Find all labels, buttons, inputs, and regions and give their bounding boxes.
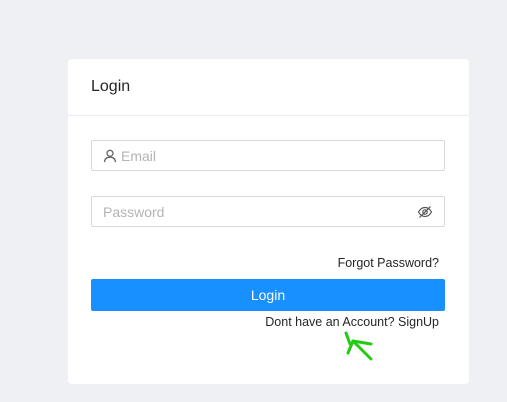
- login-button[interactable]: Login: [91, 279, 445, 311]
- email-field[interactable]: [91, 140, 445, 171]
- email-input[interactable]: [121, 141, 444, 170]
- card-title: Login: [91, 78, 131, 95]
- password-input[interactable]: [103, 197, 417, 226]
- signup-link[interactable]: SignUp: [398, 315, 439, 329]
- eye-slash-icon[interactable]: [417, 204, 433, 220]
- password-field[interactable]: [91, 196, 445, 227]
- forgot-password-link[interactable]: Forgot Password?: [338, 256, 439, 270]
- login-card: Login Forgot Password? Login Dont have a…: [68, 59, 469, 384]
- card-header: Login: [68, 59, 469, 116]
- user-icon: [103, 149, 117, 163]
- annotation-arrow-icon: [344, 331, 373, 361]
